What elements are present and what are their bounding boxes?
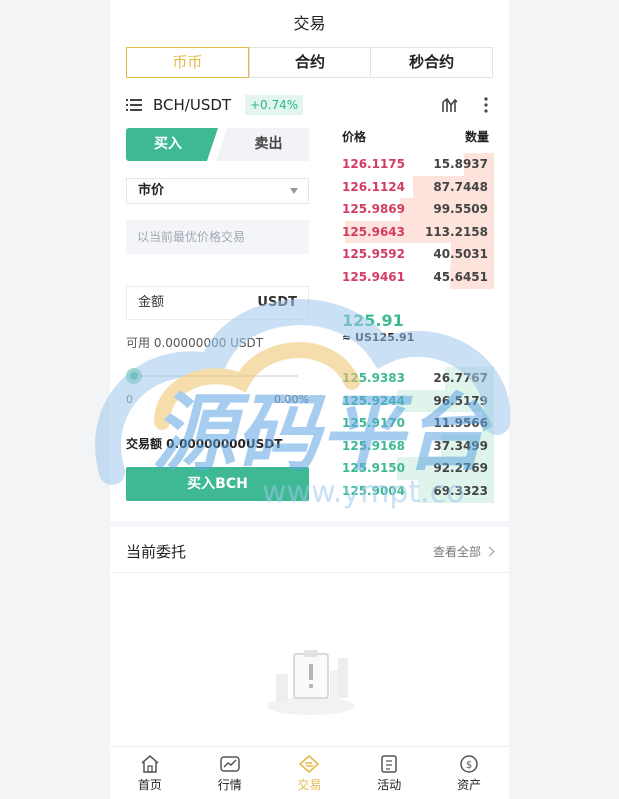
tab-assets[interactable]: $ 资产 bbox=[429, 747, 509, 799]
chevron-right-icon bbox=[484, 546, 495, 557]
more-vertical-icon[interactable] bbox=[482, 96, 490, 114]
ask-row[interactable]: 125.9592 40.5031 bbox=[342, 243, 494, 266]
row-price: 125.9869 bbox=[342, 202, 406, 217]
caret-down-icon bbox=[290, 188, 298, 194]
amount-unit: USDT bbox=[257, 295, 297, 310]
bid-row[interactable]: 125.9170 11.9566 bbox=[342, 412, 494, 435]
page-title: 交易 bbox=[293, 14, 326, 33]
empty-clipboard-icon bbox=[267, 650, 355, 715]
ask-row[interactable]: 126.1124 87.7448 bbox=[342, 175, 494, 199]
home-icon bbox=[141, 755, 159, 773]
row-qty: 37.3499 bbox=[433, 438, 488, 453]
trade-total: 交易额 0.00000000USDT bbox=[126, 437, 283, 451]
trade-icon bbox=[299, 754, 320, 774]
ask-row[interactable]: 126.1175 15.8937 bbox=[342, 153, 494, 176]
available-balance: 可用 0.00000000 USDT bbox=[126, 336, 264, 350]
pair-change-badge: +0.74% bbox=[245, 95, 304, 115]
market-icon bbox=[219, 756, 240, 772]
tab-activity-label: 活动 bbox=[377, 778, 402, 792]
last-price: 125.91 bbox=[342, 311, 404, 330]
row-price: 125.9244 bbox=[342, 393, 406, 408]
tab-trade-label: 交易 bbox=[297, 778, 322, 792]
sell-tab[interactable]: 卖出 bbox=[216, 128, 309, 161]
buy-submit-button[interactable]: 买入BCH bbox=[126, 467, 309, 501]
percent-slider-track[interactable] bbox=[132, 375, 298, 377]
price-column-header: 价格 bbox=[342, 130, 367, 144]
bottom-tab-bar: 首页 行情 交易 活动 $ 资产 bbox=[110, 746, 509, 799]
row-qty: 26.7767 bbox=[433, 371, 488, 385]
assets-icon: $ bbox=[460, 755, 478, 773]
row-qty: 45.6451 bbox=[433, 269, 488, 284]
trade-screen: 交易 币币 合约 秒合约 BCH/USDT +0.74% 买入 卖出 市价 以当… bbox=[110, 0, 509, 799]
row-qty: 87.7448 bbox=[433, 179, 488, 194]
tab-market[interactable]: 行情 bbox=[190, 747, 270, 799]
tab-market-label: 行情 bbox=[217, 778, 242, 792]
amount-label: 金额 bbox=[138, 295, 165, 310]
row-qty: 15.8937 bbox=[433, 157, 488, 171]
row-price: 126.1124 bbox=[342, 179, 406, 194]
tab-assets-label: 资产 bbox=[457, 778, 482, 792]
bid-list: 125.9383 26.7767 125.9244 96.5179 125.9170 11… bbox=[342, 367, 494, 503]
row-qty: 69.3323 bbox=[433, 483, 488, 498]
bid-row[interactable]: 125.9244 96.5179 bbox=[342, 389, 494, 413]
ask-list: 126.1175 15.8937 126.1124 87.7448 125.9869 99… bbox=[342, 153, 494, 289]
activity-icon bbox=[381, 755, 398, 773]
tab-trade[interactable]: 交易 bbox=[270, 747, 350, 799]
row-price: 126.1175 bbox=[342, 157, 406, 171]
row-qty: 92.2769 bbox=[433, 461, 488, 476]
current-orders-title: 当前委托 bbox=[126, 543, 187, 561]
ask-row[interactable]: 125.9869 99.5509 bbox=[342, 198, 494, 221]
tab-home-label: 首页 bbox=[137, 778, 162, 792]
bid-row[interactable]: 125.9168 37.3499 bbox=[342, 434, 494, 458]
pair-header: BCH/USDT +0.74% bbox=[126, 94, 493, 116]
bid-row[interactable]: 125.9150 92.2769 bbox=[342, 457, 494, 480]
kline-chart-icon[interactable] bbox=[441, 96, 459, 114]
row-qty: 99.5509 bbox=[433, 202, 488, 217]
row-price: 125.9461 bbox=[342, 269, 406, 284]
row-price: 125.9643 bbox=[342, 224, 406, 239]
row-qty: 11.9566 bbox=[433, 416, 488, 431]
row-price: 125.9168 bbox=[342, 438, 406, 453]
list-menu-icon[interactable] bbox=[126, 98, 142, 112]
market-price-field: 以当前最优价格交易 bbox=[126, 220, 309, 254]
tab-second-contract[interactable]: 秒合约 bbox=[370, 48, 492, 77]
last-price-usd: ≈ US125.91 bbox=[342, 331, 415, 344]
row-qty: 96.5179 bbox=[433, 393, 488, 408]
row-price: 125.9170 bbox=[342, 416, 406, 431]
bid-row[interactable]: 125.9004 69.3323 bbox=[342, 479, 494, 503]
slider-max-label: 0.00% bbox=[274, 393, 309, 406]
current-orders-header: 当前委托 查看全部 bbox=[110, 527, 509, 573]
bid-row[interactable]: 125.9383 26.7767 bbox=[342, 367, 494, 390]
percent-slider-thumb[interactable] bbox=[126, 368, 142, 384]
market-type-segments: 币币 合约 秒合约 bbox=[126, 47, 493, 78]
row-price: 125.9383 bbox=[342, 371, 406, 385]
order-type-value: 市价 bbox=[138, 183, 165, 198]
tab-contract[interactable]: 合约 bbox=[248, 48, 371, 77]
row-qty: 113.2158 bbox=[424, 224, 488, 239]
tab-home[interactable]: 首页 bbox=[110, 747, 190, 799]
order-book-header: 价格 数量 bbox=[342, 128, 489, 145]
qty-column-header: 数量 bbox=[464, 130, 489, 144]
row-price: 125.9592 bbox=[342, 247, 406, 262]
order-type-select[interactable]: 市价 bbox=[126, 178, 309, 204]
ask-row[interactable]: 125.9461 45.6451 bbox=[342, 265, 494, 289]
tab-activity[interactable]: 活动 bbox=[349, 747, 429, 799]
view-all-label: 查看全部 bbox=[432, 545, 481, 559]
buy-tab[interactable]: 买入 bbox=[126, 128, 218, 161]
pair-name[interactable]: BCH/USDT bbox=[153, 94, 231, 116]
amount-input[interactable]: 金额 USDT bbox=[126, 286, 309, 320]
view-all-link[interactable]: 查看全部 bbox=[432, 543, 495, 560]
row-price: 125.9004 bbox=[342, 483, 406, 498]
ask-row[interactable]: 125.9643 113.2158 bbox=[342, 220, 494, 244]
row-price: 125.9150 bbox=[342, 461, 406, 476]
tab-spot[interactable]: 币币 bbox=[126, 47, 249, 78]
svg-text:$: $ bbox=[466, 760, 472, 771]
row-qty: 40.5031 bbox=[433, 247, 488, 262]
slider-min-label: 0 bbox=[126, 393, 133, 406]
